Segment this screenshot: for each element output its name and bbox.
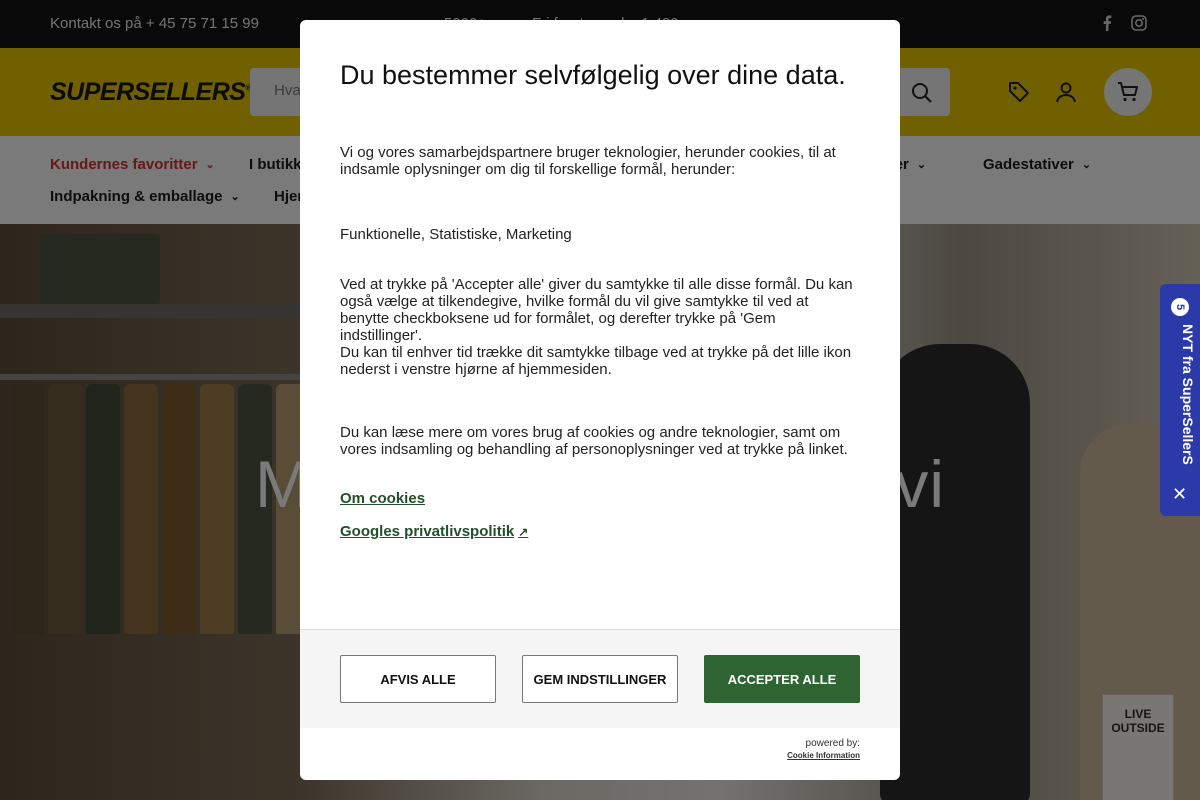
modal-button-row: AFVIS ALLE GEM INDSTILLINGER ACCEPTER AL…: [300, 630, 900, 728]
reject-all-button[interactable]: AFVIS ALLE: [340, 655, 496, 703]
close-icon[interactable]: ✕: [1172, 484, 1187, 505]
intro-text: Vi og vores samarbejdspartnere bruger te…: [340, 144, 836, 178]
news-side-tab-label: NYT fra SuperSellerS: [1180, 324, 1196, 465]
cookie-consent-modal: Du bestemmer selvfølgelig over dine data…: [300, 20, 900, 780]
modal-title: Du bestemmer selvfølgelig over dine data…: [340, 60, 846, 90]
more-info-text: Du kan læse mere om vores brug af cookie…: [340, 424, 848, 458]
about-cookies-link[interactable]: Om cookies: [340, 490, 425, 507]
external-link-icon: ↗: [518, 525, 529, 539]
powered-by: powered by: Cookie Information: [787, 738, 860, 760]
save-settings-button[interactable]: GEM INDSTILLINGER: [522, 655, 678, 703]
cookie-information-link[interactable]: Cookie Information: [787, 751, 860, 760]
google-privacy-link[interactable]: Googles privatlivspolitik ↗: [340, 523, 528, 540]
news-side-tab[interactable]: 5 NYT fra SuperSellerS ✕: [1160, 284, 1200, 516]
withdraw-text: Du kan til enhver tid trække dit samtykk…: [340, 344, 852, 378]
consent-text: Ved at trykke på 'Accepter alle' giver d…: [340, 276, 853, 344]
accept-all-button[interactable]: ACCEPTER ALLE: [704, 655, 860, 703]
news-count-badge: 5: [1171, 298, 1189, 316]
purposes-text: Funktionelle, Statistiske, Marketing: [340, 226, 572, 243]
